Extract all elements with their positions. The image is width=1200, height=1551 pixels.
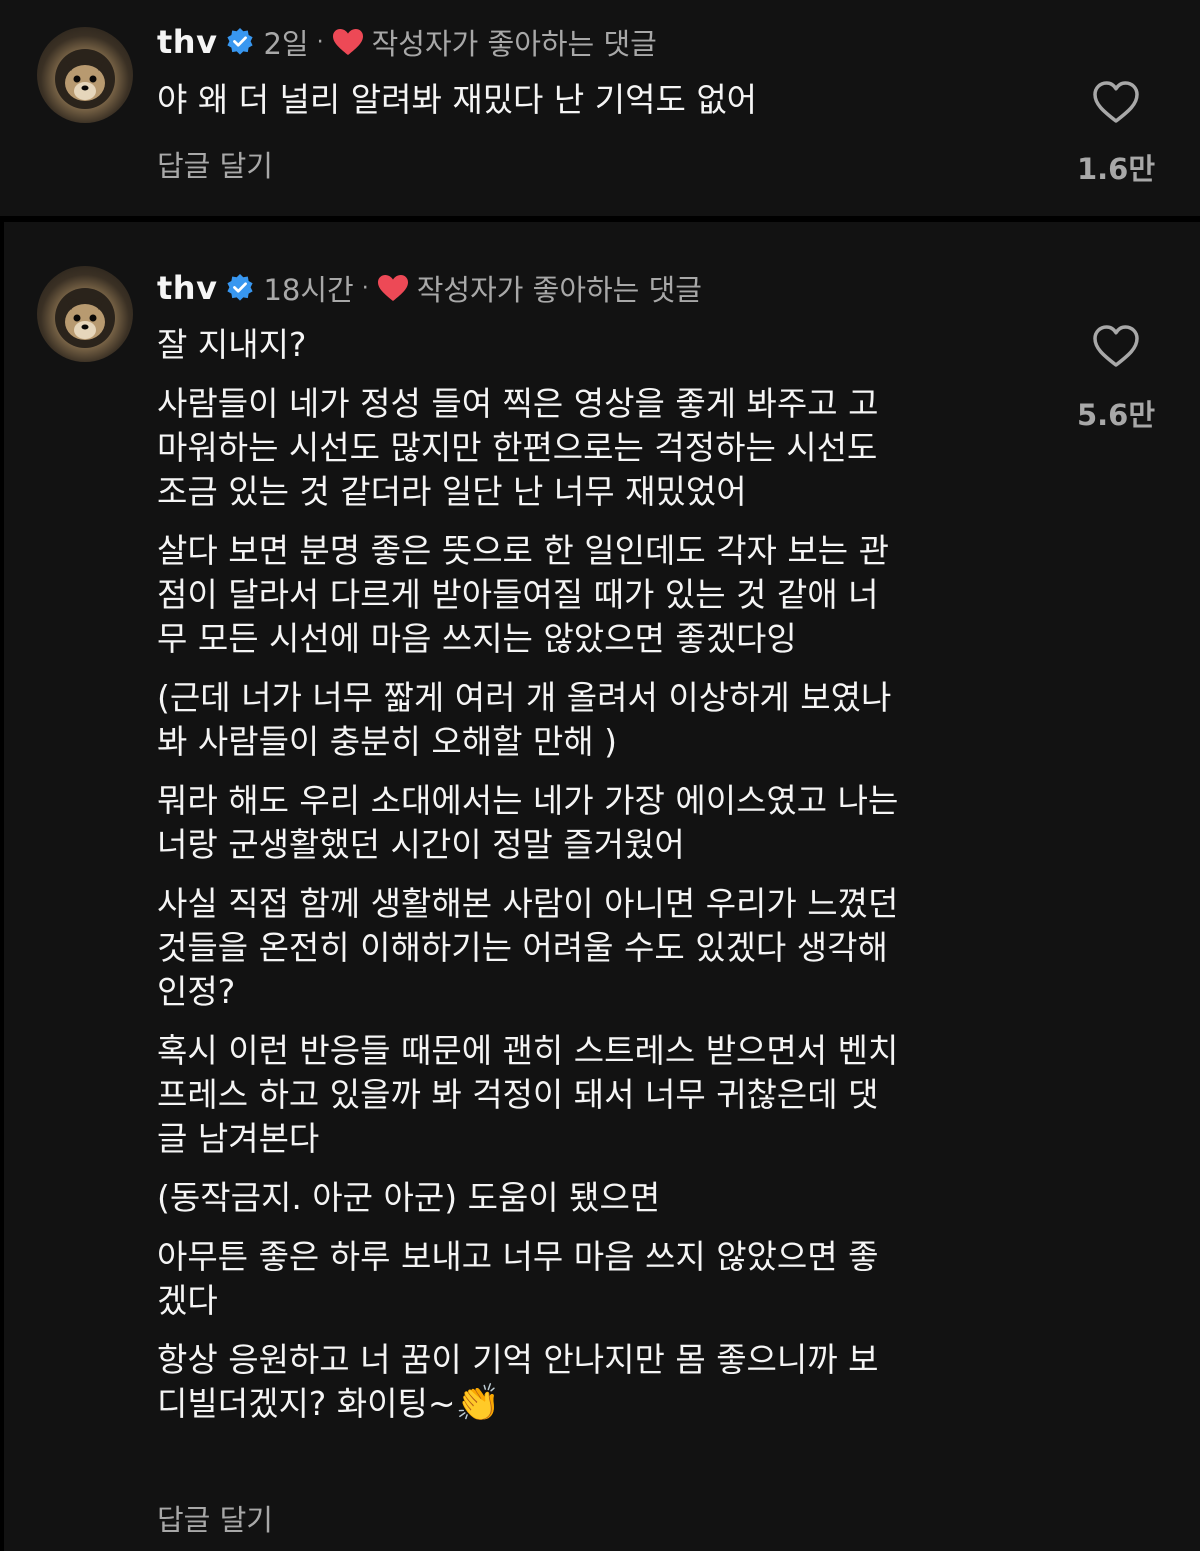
username[interactable]: thv [157,269,217,307]
pomeranian-avatar-icon [55,288,115,348]
pomeranian-avatar-icon [55,49,115,109]
avatar[interactable] [37,266,133,362]
comment-meta: thv 2일 · 작성자가 좋아하는 댓글 [157,20,657,64]
like-count: 5.6만 [1076,398,1156,432]
comment-time: 2일 [263,27,309,61]
comment-paragraph: 혹시 이런 반응들 때문에 괜히 스트레스 받으면서 벤치 프레스 하고 있을까… [157,1031,899,1158]
heart-outline-icon [1093,325,1139,367]
liked-by-author-label: 작성자가 좋아하는 댓글 [371,27,657,61]
comment-card: thv 18시간 · 작성자가 좋아하는 댓글 잘 지내지? 사람들이 네가 정… [4,222,1200,1551]
red-heart-icon [332,28,364,56]
comment-text: 잘 지내지? 사람들이 네가 정성 들여 찍은 영상을 좋게 봐주고 고 마워하… [157,323,1057,1441]
comment-text: 야 왜 더 널리 알려봐 재밌다 난 기억도 없어 [157,78,1057,137]
username[interactable]: thv [157,23,217,61]
clapping-hands-icon: 👏 [455,1383,501,1424]
comment-paragraph: 야 왜 더 널리 알려봐 재밌다 난 기억도 없어 [157,80,758,119]
separator-dot: · [361,275,369,301]
separator-dot: · [316,29,324,55]
like-button[interactable] [1091,323,1141,369]
like-button[interactable] [1091,79,1141,125]
comment-paragraph-last: 항상 응원하고 너 꿈이 기억 안나지만 몸 좋으니까 보 디빌더겠지? 화이팅… [157,1338,1057,1426]
comment-paragraph: 사람들이 네가 정성 들여 찍은 영상을 좋게 봐주고 고 마워하는 시선도 많… [157,384,879,511]
comment-card: thv 2일 · 작성자가 좋아하는 댓글 야 왜 더 널리 알려봐 재밌다 난… [0,0,1200,216]
comment-paragraph: 잘 지내지? [157,325,307,364]
liked-by-author-label: 작성자가 좋아하는 댓글 [416,273,702,307]
reply-button[interactable]: 답글 달기 [157,143,273,185]
comment-paragraph: 아무튼 좋은 하루 보내고 너무 마음 쓰지 않았으면 좋 겠다 [157,1237,879,1320]
red-heart-icon [377,274,409,302]
verified-badge-icon [225,27,255,57]
comment-time: 18시간 [263,273,354,307]
comment-meta: thv 18시간 · 작성자가 좋아하는 댓글 [157,266,702,310]
verified-badge-icon [225,273,255,303]
reply-button[interactable]: 답글 달기 [157,1497,273,1539]
like-count: 1.6만 [1076,152,1156,186]
comment-paragraph-text: 항상 응원하고 너 꿈이 기억 안나지만 몸 좋으니까 보 디빌더겠지? 화이팅… [157,1340,879,1423]
avatar[interactable] [37,27,133,123]
comment-paragraph: 뭐라 해도 우리 소대에서는 네가 가장 에이스였고 나는 너랑 군생활했던 시… [157,781,899,864]
comment-paragraph: 사실 직접 함께 생활해본 사람이 아니면 우리가 느꼈던 것들을 온전히 이해… [157,884,899,1011]
comment-paragraph: (동작금지. 아군 아군) 도움이 됐으면 [157,1178,661,1217]
comment-paragraph: (근데 너가 너무 짧게 여러 개 올려서 이상하게 보였나 봐 사람들이 충분… [157,678,892,761]
heart-outline-icon [1093,81,1139,123]
comment-paragraph: 살다 보면 분명 좋은 뜻으로 한 일인데도 각자 보는 관 점이 달라서 다르… [157,531,889,658]
